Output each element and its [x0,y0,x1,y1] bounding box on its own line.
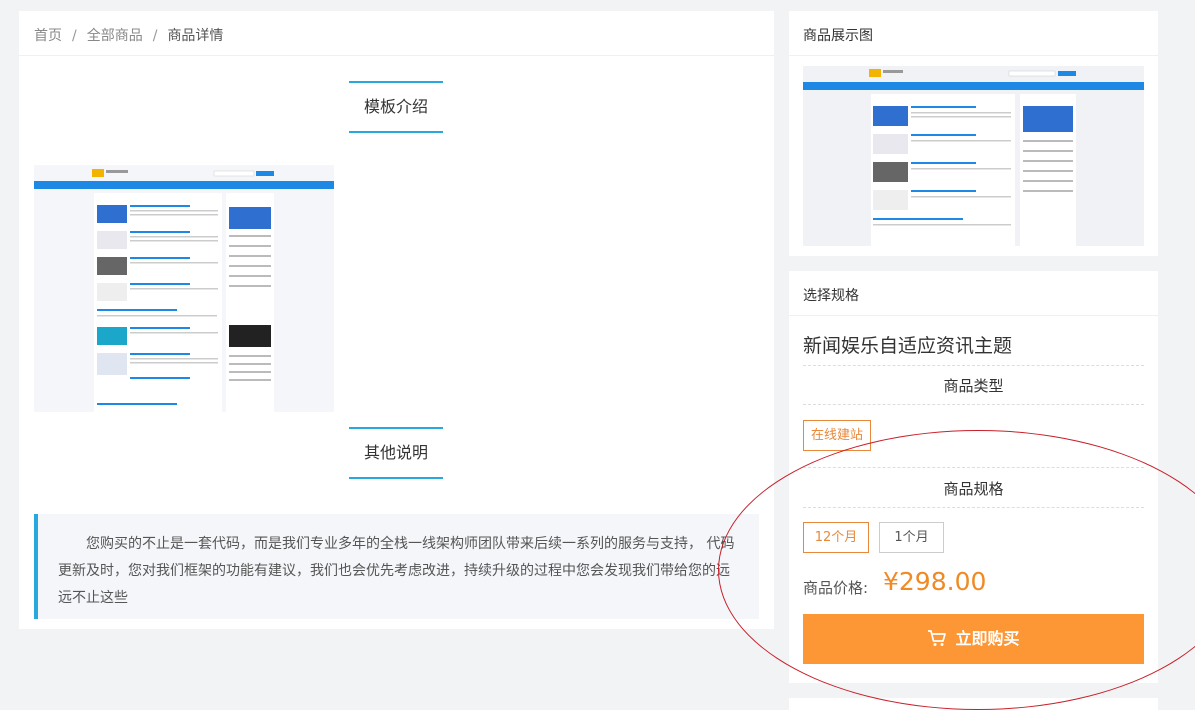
buy-now-label: 立即购买 [955,629,1020,648]
breadcrumb-home[interactable]: 首页 [34,28,62,44]
section-title-intro: 模板介绍 [349,81,443,133]
spec-card: 选择规格 新闻娱乐自适应资讯主题 商品类型 在线建站 商品规格 12个月 1个月… [789,271,1158,683]
detail-panel: 首页 / 全部商品 / 商品详情 模板介绍 其他说明 您购买的不止是一套代码，而… [19,11,774,629]
breadcrumb-sep: / [72,28,77,44]
divider [803,507,1144,508]
breadcrumb-sep: / [152,28,158,44]
price-label: 商品价格: [803,579,869,597]
preview-card-title: 商品展示图 [789,11,1158,56]
breadcrumb: 首页 / 全部商品 / 商品详情 [19,11,774,56]
preview-card: 商品展示图 [789,11,1158,256]
service-note: 您购买的不止是一套代码，而是我们专业多年的全栈一线架构师团队带来后续一系列的服务… [34,514,759,619]
spec-card-title: 选择规格 [789,271,1158,316]
product-name: 新闻娱乐自适应资讯主题 [803,335,1013,357]
spec-option-1-month[interactable]: 1个月 [879,522,944,553]
buy-now-button[interactable]: 立即购买 [803,614,1144,664]
type-heading: 商品类型 [943,377,1004,395]
spec-heading: 商品规格 [943,480,1004,498]
type-option-online-site[interactable]: 在线建站 [803,420,871,451]
price-value: ¥298.00 [883,567,987,596]
spec-option-12-months[interactable]: 12个月 [803,522,869,553]
divider [803,467,1144,468]
section-title-other: 其他说明 [349,427,443,479]
breadcrumb-current: 商品详情 [167,28,224,44]
breadcrumb-all[interactable]: 全部商品 [87,28,143,44]
template-screenshot [34,165,334,412]
product-preview-image[interactable] [803,66,1144,246]
next-card [789,698,1158,710]
divider [803,365,1144,366]
cart-icon [928,630,947,646]
divider [803,404,1144,405]
